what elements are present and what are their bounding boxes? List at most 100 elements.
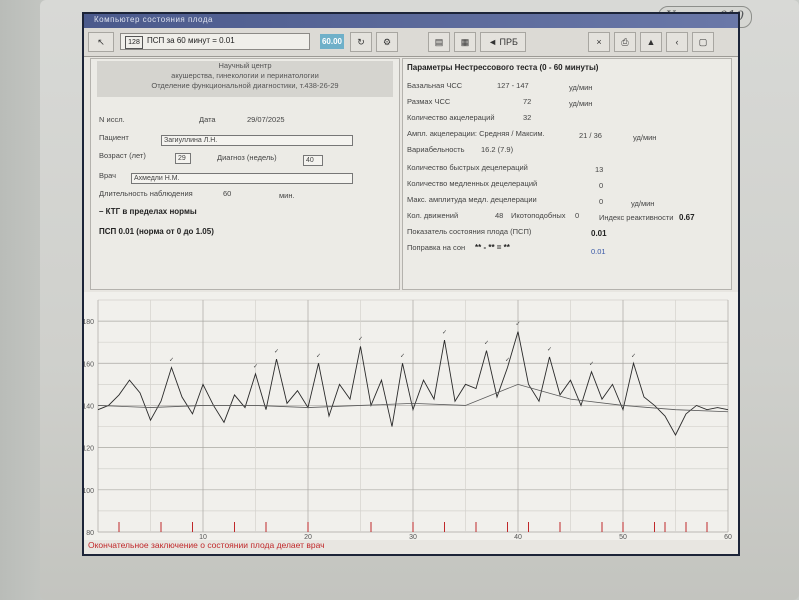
acceleration-mark: ✓ xyxy=(631,353,636,359)
histogram-icon[interactable]: ▦ xyxy=(454,32,476,52)
y-tick-label: 120 xyxy=(84,446,94,453)
param-value-fast-decel: 13 xyxy=(595,165,604,174)
movements-value: 48 xyxy=(495,211,504,220)
param-value-range: 72 xyxy=(523,97,532,106)
param-label-accel-amp: Ампл. акцелерации: Средняя / Максим. xyxy=(407,129,545,138)
movements-label: Кол. движений xyxy=(407,211,459,220)
x-tick-label: 40 xyxy=(514,534,522,540)
sleep-label: Поправка на сон xyxy=(407,243,466,252)
acceleration-mark: ✓ xyxy=(505,357,510,363)
nst-title: Параметры Нестрессового теста (0 - 60 ми… xyxy=(407,63,599,72)
clinic-line-3: Отделение функциональной диагностики, т.… xyxy=(151,81,339,90)
clinic-line-1: Научный центр xyxy=(218,61,272,70)
acceleration-mark: ✓ xyxy=(547,347,552,353)
ctg-chart: 80100120140160180102030405060✓✓✓✓✓✓✓✓✓✓✓… xyxy=(84,292,738,541)
date-value: 29/07/2025 xyxy=(247,115,285,124)
psp-label: Показатель состояния плода (ПСП) xyxy=(407,227,532,236)
acceleration-mark: ✓ xyxy=(484,341,489,347)
param-value-accel-count: 32 xyxy=(523,113,532,122)
param-label-variability: Вариабельность xyxy=(407,145,465,154)
param-label-basal: Базальная ЧСС xyxy=(407,81,463,90)
psp-summary: ПСП за 60 минут = 0.01 xyxy=(147,36,235,45)
window-titlebar: Компьютер состояния плода xyxy=(84,14,738,28)
y-tick-label: 100 xyxy=(84,488,94,495)
patient-label: Пациент xyxy=(99,133,129,142)
duration-label: Длительность наблюдения xyxy=(99,189,193,198)
doctor-field[interactable]: Ахмедли Н.М. xyxy=(131,173,353,184)
x-tick-label: 50 xyxy=(619,534,627,540)
param-label-max-slow-decel: Макс. амплитуда медл. децелерации xyxy=(407,195,537,204)
conclusion-psp: ПСП 0.01 (норма от 0 до 1.05) xyxy=(99,227,214,236)
patient-panel: Научный центр акушерства, гинекологии и … xyxy=(90,58,400,290)
chart-icon[interactable]: ▤ xyxy=(428,32,450,52)
nst-parameters-panel: Параметры Нестрессового теста (0 - 60 ми… xyxy=(402,58,732,290)
acceleration-mark: ✓ xyxy=(253,364,258,370)
sleep-result: 0.01 xyxy=(591,247,606,256)
prb-button[interactable]: ◄ ПРБ xyxy=(480,32,526,52)
param-label-slow-decel: Количество медленных децелераций xyxy=(407,179,538,188)
param-value-max-slow-decel: 0 xyxy=(599,197,604,206)
param-unit-basal: уд/мин xyxy=(569,83,593,92)
date-label: Дата xyxy=(199,115,216,124)
window-title: Компьютер состояния плода xyxy=(94,15,213,24)
diagnosis-label: Диагноз (недель) xyxy=(217,153,277,162)
param-value-variability: 16.2 (7.9) xyxy=(481,145,514,154)
exit-icon[interactable]: ▢ xyxy=(692,32,714,52)
pointer-icon[interactable]: ↖ xyxy=(88,32,114,52)
acceleration-mark: ✓ xyxy=(169,357,174,363)
acceleration-mark: ✓ xyxy=(442,330,447,336)
recalculate-icon[interactable]: ↻ xyxy=(350,32,372,52)
acceleration-mark: ✓ xyxy=(316,353,321,359)
sleep-formula: ** - ** = ** xyxy=(475,243,510,252)
n-issl-label: N иссл. xyxy=(99,115,125,124)
reactivity-value: 0.67 xyxy=(679,213,695,222)
warning-icon[interactable]: ▲ xyxy=(640,32,662,52)
back-icon[interactable]: ‹ xyxy=(666,32,688,52)
toolbar: ↖ 128 ПСП за 60 минут = 0.01 60.00 ↻ ⚙ ▤… xyxy=(84,28,738,57)
param-value-accel-amp: 21 / 36 xyxy=(579,131,602,140)
x-tick-label: 30 xyxy=(409,534,417,540)
age-label: Возраст (лет) xyxy=(99,151,146,160)
psp-value: 0.01 xyxy=(591,229,607,238)
settings-icon[interactable]: ⚙ xyxy=(376,32,398,52)
y-tick-label: 160 xyxy=(84,361,94,368)
doctor-label: Врач xyxy=(99,171,117,180)
acceleration-mark: ✓ xyxy=(400,353,405,359)
duration-unit: мин. xyxy=(279,191,295,200)
param-value-slow-decel: 0 xyxy=(599,181,604,190)
close-icon[interactable]: × xyxy=(588,32,610,52)
acceleration-mark: ✓ xyxy=(358,336,363,342)
param-unit-range: уд/мин xyxy=(569,99,593,108)
duration-value: 60 xyxy=(223,189,232,198)
prb-label: ПРБ xyxy=(499,37,518,47)
param-unit-max-slow-decel: уд/мин xyxy=(631,199,655,208)
param-label-accel-count: Количество акцелераций xyxy=(407,113,495,122)
duration-indicator[interactable]: 60.00 xyxy=(320,34,344,49)
psp-field: 128 ПСП за 60 минут = 0.01 xyxy=(120,33,310,50)
acceleration-mark: ✓ xyxy=(589,362,594,368)
clinic-line-2: акушерства, гинекологии и перинатологии xyxy=(171,71,319,80)
diagnosis-field[interactable]: 40 xyxy=(303,155,323,166)
param-unit-accel-amp: уд/мин xyxy=(633,133,657,142)
record-number: 128 xyxy=(125,36,143,49)
ctg-chart-svg: 80100120140160180102030405060✓✓✓✓✓✓✓✓✓✓✓… xyxy=(84,299,732,541)
reactivity-label: Индекс реактивности xyxy=(599,213,674,222)
conclusion-ktg: – КТГ в пределах нормы xyxy=(99,207,197,216)
param-label-fast-decel: Количество быстрых децелераций xyxy=(407,163,528,172)
y-tick-label: 140 xyxy=(84,403,94,410)
y-tick-label: 180 xyxy=(84,319,94,326)
clinic-header: Научный центр акушерства, гинекологии и … xyxy=(97,61,393,97)
patient-field[interactable]: Загиуллина Л.Н. xyxy=(161,135,353,146)
param-label-range: Размах ЧСС xyxy=(407,97,451,106)
ikotopod-label: Икотоподобных xyxy=(511,211,566,220)
age-field[interactable]: 29 xyxy=(175,153,191,164)
acceleration-mark: ✓ xyxy=(515,322,520,328)
footer-warning: Окончательное заключение о состоянии пло… xyxy=(88,540,325,550)
print-icon[interactable]: ⎙ xyxy=(614,32,636,52)
y-tick-label: 80 xyxy=(86,530,94,537)
param-value-basal: 127 - 147 xyxy=(497,81,529,90)
screen: Компьютер состояния плода ↖ 128 ПСП за 6… xyxy=(82,12,740,556)
acceleration-mark: ✓ xyxy=(274,349,279,355)
ikotopod-value: 0 xyxy=(575,211,580,220)
x-tick-label: 60 xyxy=(724,534,732,540)
